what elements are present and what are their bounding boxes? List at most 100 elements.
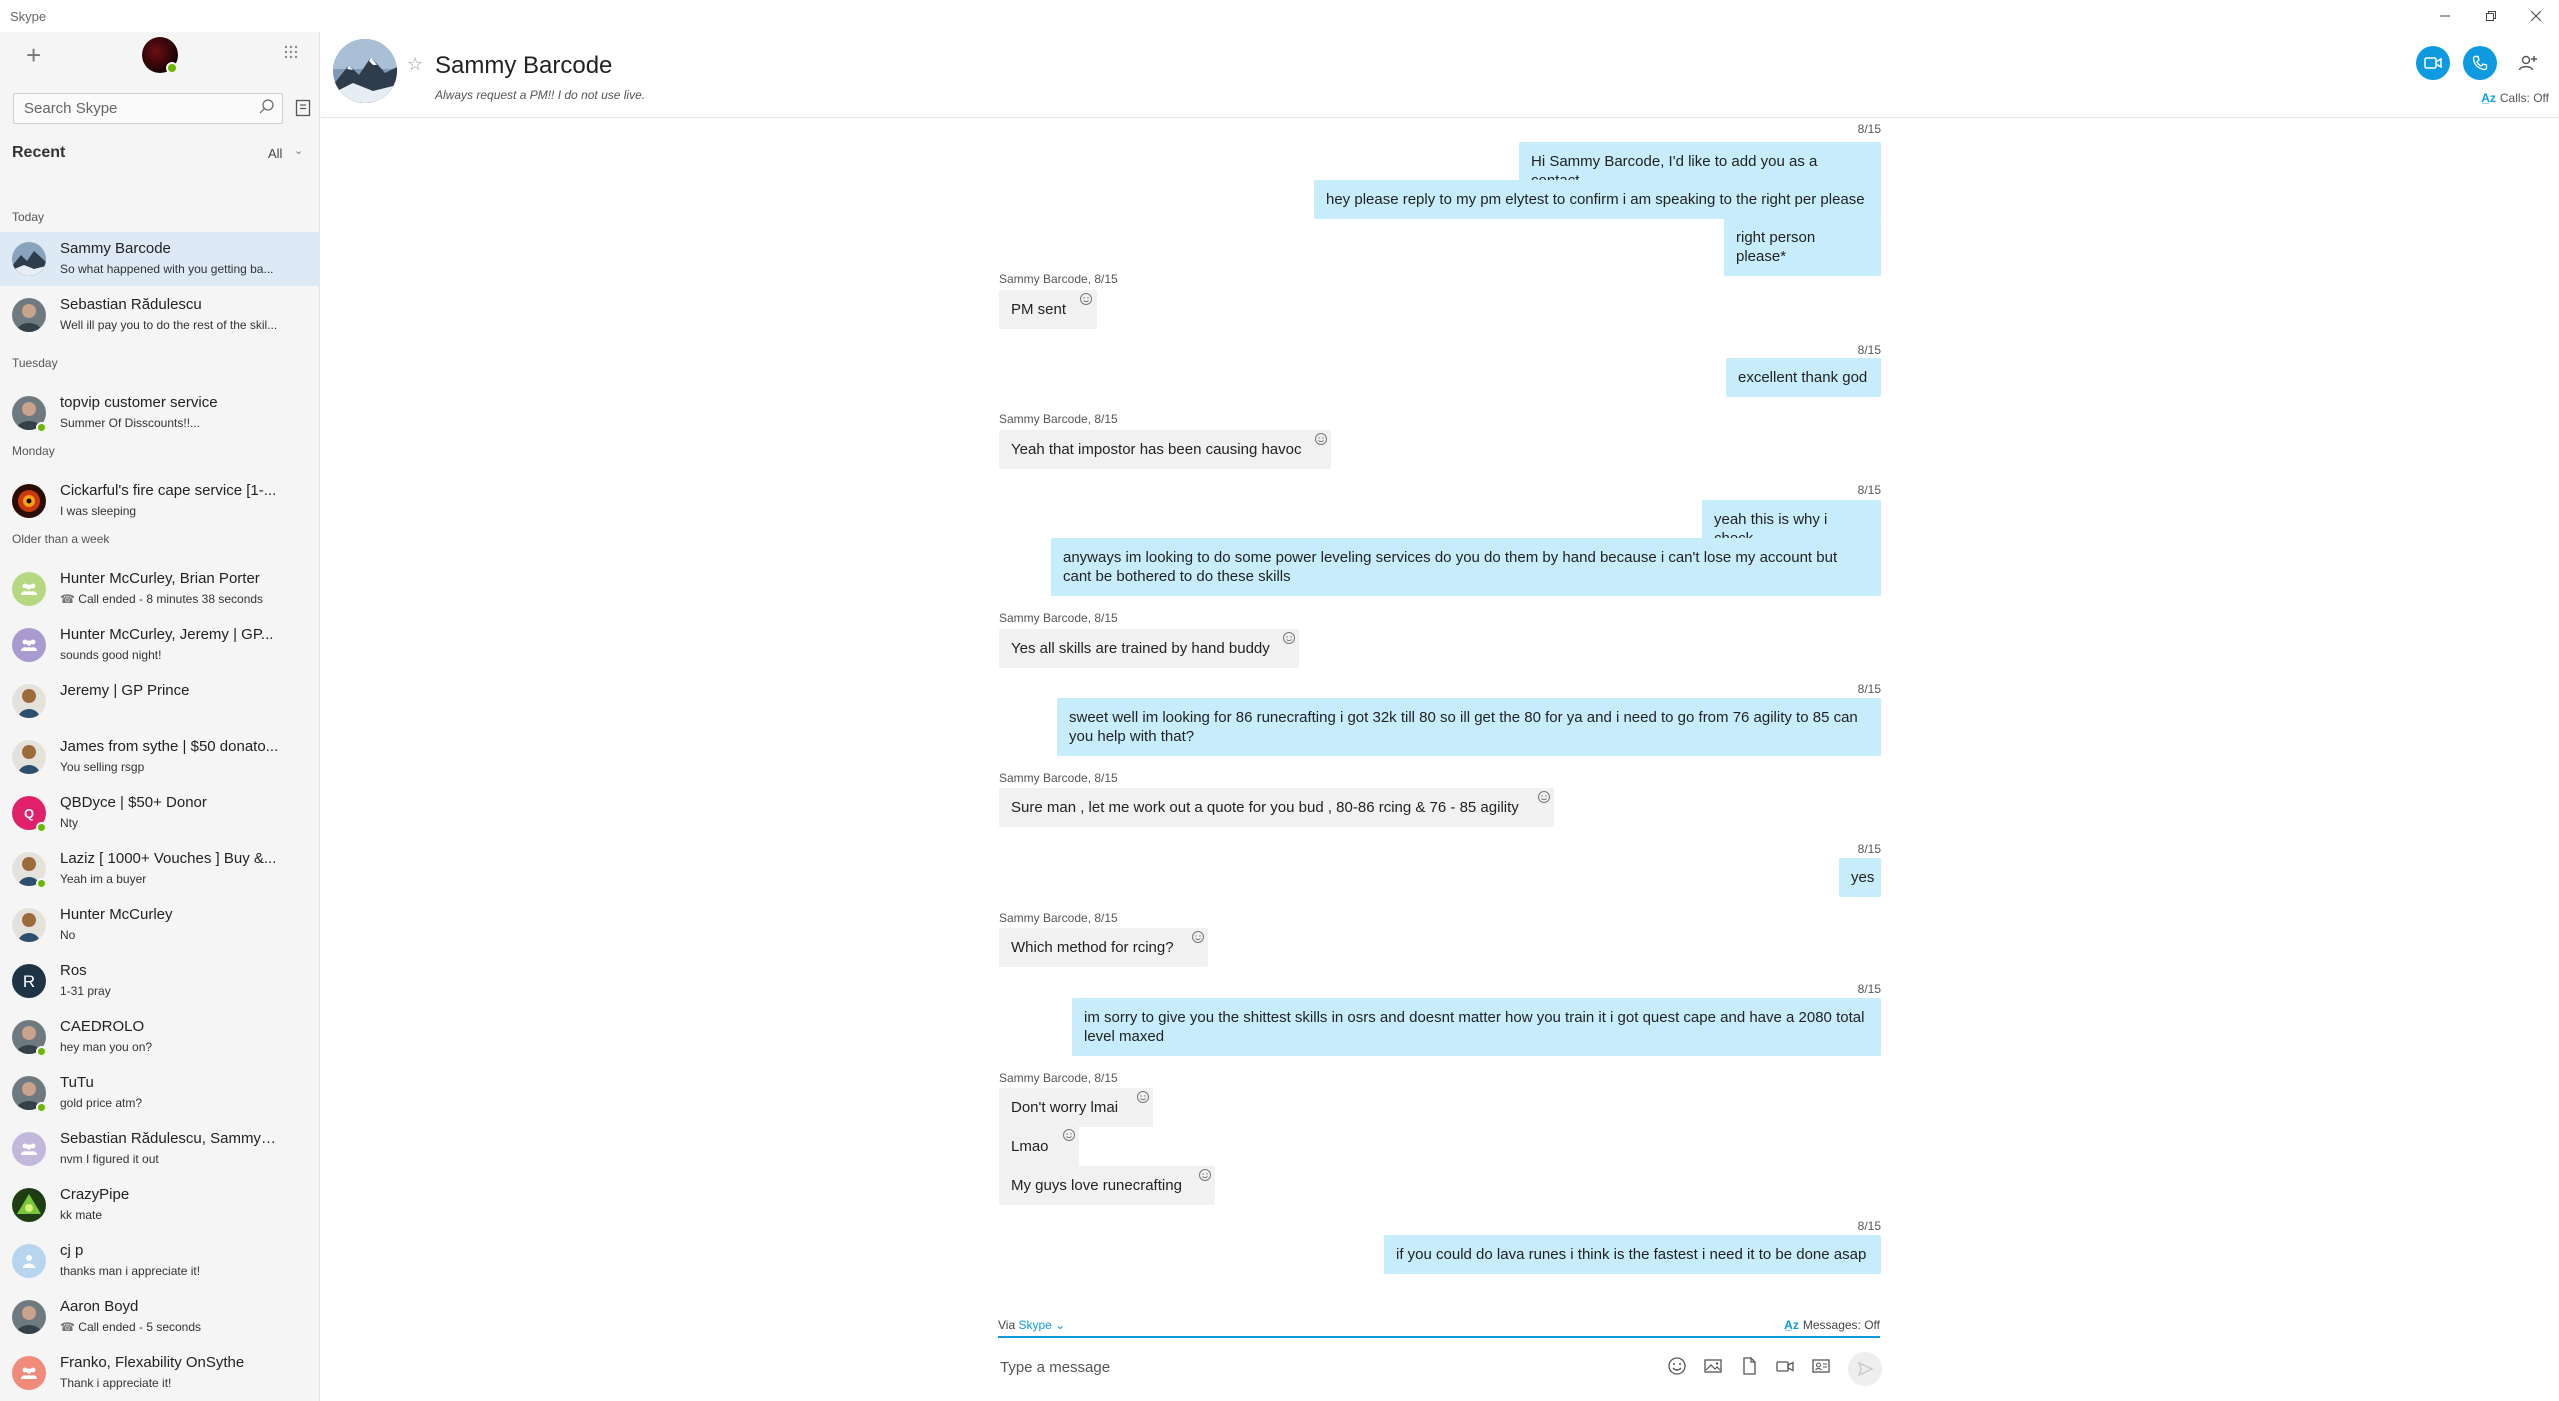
chat-preview: thanks man i appreciate it!	[60, 1264, 201, 1278]
add-reaction-emoji-icon[interactable]	[1191, 930, 1205, 944]
message-timestamp: Sammy Barcode, 8/15	[999, 911, 1118, 925]
section-label-today: Today	[12, 210, 45, 224]
chat-list-item[interactable]: Sammy Barcode So what happened with you g…	[0, 232, 320, 286]
contact-avatar: R	[12, 964, 46, 998]
contact-avatar	[12, 484, 46, 518]
incoming-message[interactable]: Which method for rcing?	[999, 928, 1208, 967]
message-timestamp: Sammy Barcode, 8/15	[999, 1071, 1118, 1085]
close-button[interactable]	[2516, 4, 2556, 28]
add-reaction-emoji-icon[interactable]	[1282, 631, 1296, 645]
call-ended-icon: ☎	[60, 592, 79, 606]
outgoing-message[interactable]: im sorry to give you the shittest skills…	[1072, 998, 1881, 1056]
restore-button[interactable]	[2471, 4, 2511, 28]
chat-preview: gold price atm?	[60, 1096, 143, 1110]
chat-list-item[interactable]: TuTu gold price atm?	[0, 1066, 320, 1120]
minimize-button[interactable]	[2425, 4, 2465, 28]
file-icon[interactable]	[1738, 1355, 1760, 1377]
chat-list-item[interactable]: Aaron Boyd ☎ Call ended - 5 seconds	[0, 1290, 320, 1344]
outgoing-message[interactable]: right person please*	[1724, 218, 1881, 276]
app-title: Skype	[10, 9, 47, 24]
contact-avatar[interactable]	[333, 39, 397, 103]
chat-preview: ☎ Call ended - 5 seconds	[60, 1320, 280, 1334]
chat-list-item[interactable]: James from sythe | $50 donato... You sell…	[0, 730, 320, 784]
outgoing-message[interactable]: sweet well im looking for 86 runecraftin…	[1057, 698, 1881, 756]
message-timestamp: Sammy Barcode, 8/15	[999, 611, 1118, 625]
add-reaction-emoji-icon[interactable]	[1537, 790, 1551, 804]
restore-icon	[2486, 11, 2496, 21]
message-input[interactable]	[1000, 1352, 1640, 1382]
outgoing-message[interactable]: yes	[1839, 858, 1881, 897]
contact-avatar	[12, 740, 46, 774]
chevron-down-icon[interactable]: ⌄	[294, 144, 303, 157]
video-message-icon[interactable]	[1774, 1355, 1796, 1377]
recent-filter-dropdown[interactable]: All	[268, 146, 282, 161]
contact-avatar	[12, 242, 46, 276]
chat-list-item[interactable]: topvip customer service Summer Of Disscou…	[0, 386, 320, 440]
chat-list-item[interactable]: Franko, Flexability OnSythe Thank i appre…	[0, 1346, 320, 1400]
new-chat-plus-icon[interactable]: +	[26, 40, 41, 71]
chat-list-item[interactable]: Laziz [ 1000+ Vouches ] Buy &... Yeah im …	[0, 842, 320, 896]
chat-list-item[interactable]: Hunter McCurley, Jeremy | GP... sounds go…	[0, 618, 320, 672]
chat-list-item[interactable]: cj p thanks man i appreciate it!	[0, 1234, 320, 1288]
incoming-message[interactable]: Sure man , let me work out a quote for y…	[999, 788, 1554, 827]
add-reaction-emoji-icon[interactable]	[1136, 1090, 1150, 1104]
sidebar-toolbar: +	[0, 32, 320, 82]
messages-translator-status[interactable]: A̲z Messages: Off	[1784, 1318, 1880, 1332]
chat-list-item[interactable]: CrazyPipe kk mate	[0, 1178, 320, 1232]
title-bar: Skype	[0, 0, 2559, 32]
chat-name: Hunter McCurley	[60, 906, 173, 923]
dialpad-icon[interactable]	[284, 45, 298, 59]
chat-preview: Thank i appreciate it!	[60, 1376, 172, 1390]
video-call-button[interactable]	[2416, 46, 2450, 80]
chat-name: Hunter McCurley, Brian Porter	[60, 570, 260, 587]
add-reaction-emoji-icon[interactable]	[1062, 1128, 1076, 1142]
incoming-message[interactable]: Yes all skills are trained by hand buddy	[999, 629, 1299, 668]
calls-translator-status[interactable]: A̲z Calls: Off	[2481, 91, 2549, 105]
chat-preview: No	[60, 928, 76, 942]
search-icon[interactable]	[258, 98, 276, 116]
chat-list-item[interactable]: R Ros 1-31 pray	[0, 954, 320, 1008]
incoming-message[interactable]: Yeah that impostor has been causing havo…	[999, 430, 1331, 469]
chat-list-item[interactable]: Hunter McCurley No	[0, 898, 320, 952]
chat-list-item[interactable]: Sebastian Rădulescu, Sammy B... nvm I fig…	[0, 1122, 320, 1176]
outgoing-message[interactable]: excellent thank god	[1726, 358, 1881, 397]
chat-list-item[interactable]: Q QBDyce | $50+ Donor Nty	[0, 786, 320, 840]
chat-name: TuTu	[60, 1074, 94, 1091]
add-people-button[interactable]	[2511, 46, 2545, 80]
via-row: Via Skype ⌄ A̲z Messages: Off	[998, 1318, 1880, 1336]
group-avatar-icon	[12, 572, 46, 606]
favorite-star-icon[interactable]: ☆	[407, 54, 423, 75]
chat-preview: sounds good night!	[60, 648, 162, 662]
outgoing-message[interactable]: if you could do lava runes i think is th…	[1384, 1235, 1881, 1274]
online-presence-dot	[36, 822, 47, 833]
chat-list-item[interactable]: Jeremy | GP Prince	[0, 674, 320, 728]
send-button[interactable]	[1848, 1352, 1882, 1386]
outgoing-message[interactable]: hey please reply to my pm elytest to con…	[1314, 180, 1881, 219]
group-avatar-icon	[12, 628, 46, 662]
chat-list-item[interactable]: Cickarful's fire cape service [1-... I wa…	[0, 474, 320, 528]
chat-list-item[interactable]: Sebastian Rădulescu Well ill pay you to d…	[0, 288, 320, 342]
contact-card-icon[interactable]	[1810, 1355, 1832, 1377]
add-reaction-emoji-icon[interactable]	[1314, 432, 1328, 446]
contacts-book-icon[interactable]	[294, 98, 312, 118]
add-reaction-emoji-icon[interactable]	[1198, 1168, 1212, 1182]
chat-list-item[interactable]: CAEDROLO hey man you on?	[0, 1010, 320, 1064]
chat-name: Ros	[60, 962, 87, 979]
chat-list-item[interactable]: Hunter McCurley, Brian Porter ☎ Call ende…	[0, 562, 320, 616]
conversation-header: ☆ Sammy Barcode Always request a PM!! I …	[321, 32, 2559, 118]
audio-call-button[interactable]	[2463, 46, 2497, 80]
search-input[interactable]	[14, 94, 254, 123]
incoming-message[interactable]: Don't worry lmai	[999, 1088, 1153, 1127]
chat-name: Cickarful's fire cape service [1-...	[60, 482, 277, 499]
message-timestamp: 8/15	[1857, 982, 1881, 996]
conversation-title[interactable]: Sammy Barcode	[435, 52, 612, 80]
image-icon[interactable]	[1702, 1355, 1724, 1377]
chat-preview: Yeah im a buyer	[60, 872, 147, 886]
outgoing-message[interactable]: anyways im looking to do some power leve…	[1051, 538, 1881, 596]
via-service-dropdown[interactable]: Skype ⌄	[1018, 1318, 1065, 1332]
emoji-icon[interactable]	[1666, 1355, 1688, 1377]
translator-icon: A̲z	[1784, 1318, 1799, 1332]
incoming-message[interactable]: My guys love runecrafting	[999, 1166, 1215, 1205]
group-avatar-icon	[12, 1356, 46, 1390]
add-reaction-emoji-icon[interactable]	[1079, 292, 1093, 306]
